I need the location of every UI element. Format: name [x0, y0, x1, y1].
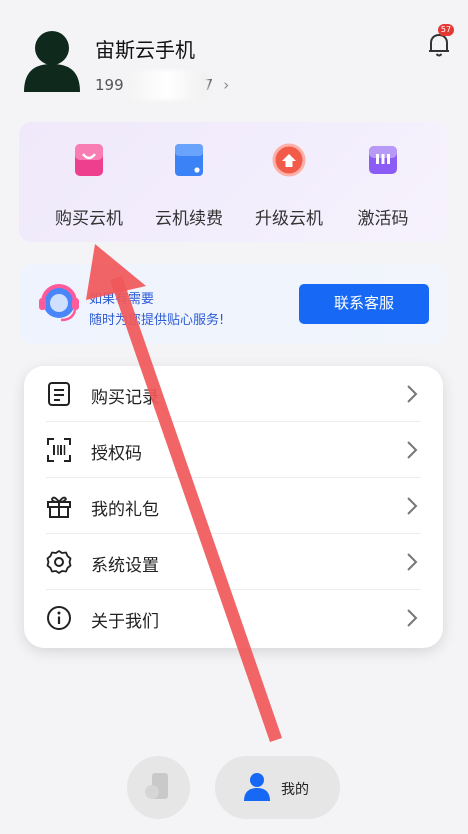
quick-action-buy[interactable]: 购买云机	[39, 140, 139, 229]
quick-action-upgrade[interactable]: 升级云机	[239, 140, 339, 229]
activation-code-icon	[369, 146, 397, 174]
phone-prefix: 199	[95, 76, 124, 94]
quick-action-label: 云机续费	[155, 209, 223, 229]
phone-number[interactable]: 199 7 ›	[95, 70, 229, 100]
service-prompt: 如果有需要	[89, 292, 155, 307]
menu-item-label: 购买记录	[91, 388, 159, 408]
gift-icon	[47, 496, 71, 518]
chevron-right-icon: ›	[223, 76, 230, 94]
renew-card-icon	[175, 144, 203, 176]
contact-support-button[interactable]: 联系客服	[299, 284, 429, 324]
menu-list: 购买记录 授权码 我的礼包 系统设置 关于我们	[24, 366, 443, 648]
menu-item-label: 系统设置	[91, 556, 159, 576]
quick-actions-card: 购买云机 云机续费 升级云机 激活码	[19, 122, 447, 242]
scan-code-icon	[47, 438, 71, 462]
avatar[interactable]	[22, 28, 82, 92]
shopping-bag-icon	[75, 144, 103, 176]
upgrade-icon	[272, 143, 306, 177]
customer-service-card: 如果有需要 随时为您提供贴心服务! 联系客服	[19, 264, 447, 344]
menu-item-gift-pack[interactable]: 我的礼包	[24, 478, 443, 534]
menu-item-purchase-history[interactable]: 购买记录	[24, 366, 443, 422]
info-icon	[47, 606, 71, 630]
quick-action-label: 升级云机	[255, 209, 323, 229]
chevron-right-icon	[407, 609, 418, 627]
service-subtitle: 随时为您提供贴心服务!	[89, 313, 225, 328]
menu-item-label: 授权码	[91, 444, 142, 464]
notification-badge: 57	[438, 24, 454, 36]
headset-icon	[39, 284, 79, 322]
menu-item-system-settings[interactable]: 系统设置	[24, 534, 443, 590]
username: 宙斯云手机	[95, 38, 195, 62]
document-list-icon	[48, 382, 70, 406]
menu-item-label: 我的礼包	[91, 500, 159, 520]
tab-cloud-phone[interactable]	[127, 756, 190, 819]
quick-action-renew[interactable]: 云机续费	[139, 140, 239, 229]
tab-mine-label: 我的	[281, 782, 309, 798]
tab-mine[interactable]: 我的	[215, 756, 340, 819]
quick-action-label: 购买云机	[55, 209, 123, 229]
menu-item-auth-code[interactable]: 授权码	[24, 422, 443, 478]
menu-item-label: 关于我们	[91, 612, 159, 632]
chevron-right-icon	[407, 497, 418, 515]
chevron-right-icon	[407, 385, 418, 403]
quick-action-activation[interactable]: 激活码	[333, 140, 433, 229]
gear-icon	[46, 550, 72, 574]
chevron-right-icon	[407, 441, 418, 459]
menu-item-about-us[interactable]: 关于我们	[24, 590, 443, 646]
phone-icon	[145, 773, 168, 799]
quick-action-label: 激活码	[357, 209, 409, 229]
chevron-right-icon	[407, 553, 418, 571]
profile-header[interactable]: 宙斯云手机 199 7 ›	[22, 28, 452, 100]
phone-redaction	[125, 70, 208, 100]
user-icon	[244, 773, 270, 801]
